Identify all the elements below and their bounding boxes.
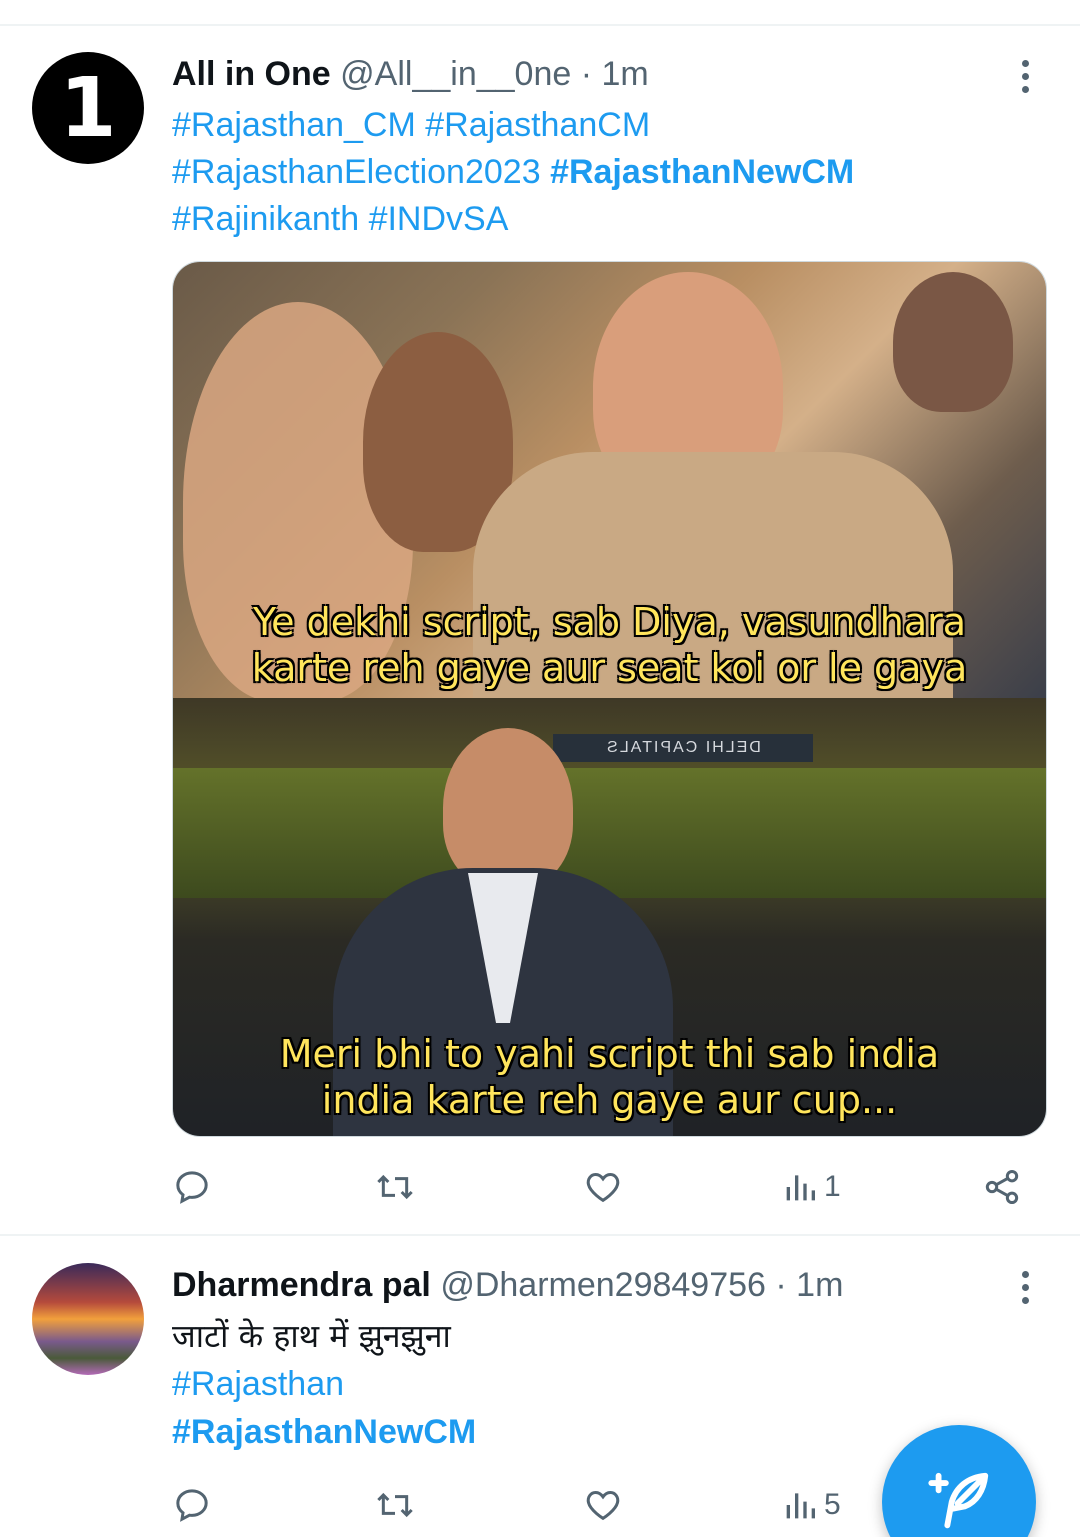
hashtag[interactable]: #RajasthanCM xyxy=(425,106,650,144)
share-icon xyxy=(985,1170,1019,1204)
figure-right xyxy=(893,272,1013,412)
top-divider xyxy=(0,24,1080,26)
hashtag[interactable]: #Rajasthan xyxy=(172,1361,344,1407)
reply-button[interactable] xyxy=(172,1475,212,1535)
views-icon xyxy=(786,1493,815,1519)
avatar-digit: 1 xyxy=(59,60,117,156)
timestamp[interactable]: 1m xyxy=(796,1266,843,1304)
avatar[interactable]: 1 xyxy=(32,52,144,164)
hashtag-highlighted[interactable]: #RajasthanNewCM xyxy=(172,1409,476,1455)
timestamp[interactable]: 1m xyxy=(602,55,649,93)
stadium-sign: DELHI CAPITALS xyxy=(553,734,813,762)
compose-feather-icon xyxy=(928,1472,989,1529)
heart-icon xyxy=(586,1172,620,1203)
hashtag-highlighted[interactable]: #RajasthanNewCM xyxy=(550,153,854,191)
tweet-text: जाटों के हाथ में झुनझुना xyxy=(172,1317,451,1355)
hashtag-line-2: #RajasthanElection2023 #RajasthanNewCM xyxy=(172,149,854,195)
tweet-header: All in One @All__in__0ne · 1m xyxy=(172,52,649,96)
author-name[interactable]: All in One xyxy=(172,55,331,93)
author-name[interactable]: Dharmendra pal xyxy=(172,1266,431,1304)
like-button[interactable] xyxy=(582,1475,624,1535)
tweet-1[interactable]: 1 All in One @All__in__0ne · 1m #Rajasth… xyxy=(0,52,1080,1232)
views-icon xyxy=(786,1175,815,1201)
author-handle[interactable]: @Dharmen29849756 xyxy=(440,1266,766,1304)
tweet-actions: 1 xyxy=(172,1157,1052,1217)
views-button[interactable]: 5 xyxy=(782,1475,841,1535)
tweet-media-image[interactable]: Ye dekhi script, sab Diya, vasundhara ka… xyxy=(172,261,1047,1137)
pitch-field xyxy=(173,768,1046,898)
separator: · xyxy=(580,55,593,93)
meme-panel-top: Ye dekhi script, sab Diya, vasundhara ka… xyxy=(173,262,1046,712)
meme-caption-bottom-2: india karte reh gaye aur cup... xyxy=(321,1078,898,1122)
retweet-button[interactable] xyxy=(372,1475,418,1535)
man-head xyxy=(443,728,573,888)
share-button[interactable] xyxy=(982,1157,1022,1217)
hashtag[interactable]: #INDvSA xyxy=(369,200,509,238)
retweet-icon xyxy=(377,1174,413,1200)
avatar[interactable] xyxy=(32,1263,144,1375)
heart-icon xyxy=(586,1490,620,1521)
more-options-icon[interactable] xyxy=(1010,1265,1040,1309)
views-button[interactable]: 1 xyxy=(782,1157,841,1217)
hashtag[interactable]: #Rajasthan_CM xyxy=(172,106,416,144)
meme-caption-bottom-1: Meri bhi to yahi script thi sab india xyxy=(279,1032,940,1076)
hashtag[interactable]: #Rajinikanth xyxy=(172,200,359,238)
author-handle[interactable]: @All__in__0ne xyxy=(340,55,571,93)
separator: · xyxy=(775,1266,787,1304)
retweet-icon xyxy=(377,1492,413,1518)
views-count: 5 xyxy=(824,1488,841,1521)
meme-caption-top-1: Ye dekhi script, sab Diya, vasundhara xyxy=(252,600,967,644)
hashtag-line-1: #Rajasthan_CM #RajasthanCM xyxy=(172,102,650,148)
reply-button[interactable] xyxy=(172,1157,212,1217)
reply-icon xyxy=(176,1171,208,1204)
hashtag[interactable]: #RajasthanElection2023 xyxy=(172,153,541,191)
tweet-header: Dharmendra pal @Dharmen29849756 · 1m xyxy=(172,1263,843,1307)
views-count: 1 xyxy=(824,1170,841,1203)
meme-caption-top-2: karte reh gaye aur seat koi or le gaya xyxy=(251,646,968,690)
reply-icon xyxy=(176,1489,208,1522)
hashtag-line-3: #Rajinikanth #INDvSA xyxy=(172,196,508,242)
tweet-divider xyxy=(0,1234,1080,1236)
more-options-icon[interactable] xyxy=(1010,54,1040,98)
like-button[interactable] xyxy=(582,1157,624,1217)
meme-panel-bottom: DELHI CAPITALS Meri bhi to yahi script t… xyxy=(173,698,1046,1136)
retweet-button[interactable] xyxy=(372,1157,418,1217)
